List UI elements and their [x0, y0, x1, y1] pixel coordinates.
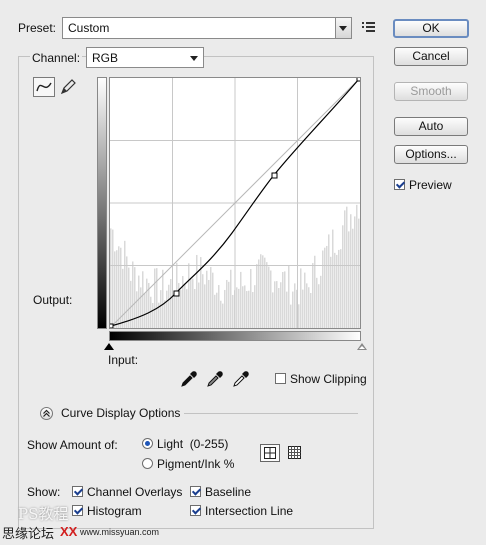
black-eyedropper[interactable] [180, 370, 198, 388]
grid-detailed-button[interactable] [286, 444, 304, 462]
preset-dropdown[interactable]: Custom [62, 17, 352, 39]
watermark-xx: XX [60, 524, 78, 539]
show-label: Show: [27, 485, 61, 499]
grid-tenth-icon [288, 446, 301, 459]
eyedropper-white-icon [233, 371, 249, 387]
channel-overlays-checkbox[interactable] [72, 486, 83, 497]
options-button[interactable]: Options... [394, 145, 468, 164]
preset-value: Custom [68, 21, 110, 35]
eyedropper-gray-icon [207, 371, 223, 387]
baseline-checkbox[interactable] [190, 486, 201, 497]
black-point-slider[interactable] [104, 343, 114, 350]
show-clipping-label: Show Clipping [290, 372, 367, 386]
channel-overlays-label: Channel Overlays [87, 485, 183, 499]
chevron-down-icon [190, 56, 198, 61]
light-radio[interactable] [142, 438, 153, 449]
auto-button[interactable]: Auto [394, 117, 468, 136]
white-point-slider-inner [359, 346, 365, 349]
curve-point-tool[interactable] [33, 77, 55, 97]
curve-point-3[interactable] [271, 172, 278, 179]
curve-point-1[interactable] [110, 323, 114, 328]
show-amount-label: Show Amount of: [27, 438, 118, 452]
pencil-tool[interactable] [59, 78, 77, 96]
curve-display-divider [184, 413, 358, 414]
watermark-text-2: 思缘论坛 [2, 526, 55, 541]
input-gradient-bar [109, 331, 361, 341]
watermark-url: www.missyuan.com [80, 527, 160, 537]
curves-graph[interactable] [109, 77, 361, 329]
pencil-icon [60, 79, 76, 95]
preview-checkbox[interactable] [394, 179, 405, 190]
curve-display-title: Curve Display Options [61, 406, 181, 420]
baseline-label: Baseline [205, 485, 252, 499]
output-gradient-bar [97, 77, 107, 329]
grid-simple-button[interactable] [260, 444, 280, 462]
chevron-down-icon [339, 26, 347, 31]
smooth-button[interactable]: Smooth [394, 82, 468, 101]
watermark-text-1: PS教程 [18, 505, 69, 523]
light-label: Light (0-255) [157, 437, 229, 451]
gray-eyedropper[interactable] [206, 370, 224, 388]
curve-point-4[interactable] [356, 78, 360, 82]
output-label: Output: [33, 293, 73, 307]
intersection-line-label: Intersection Line [205, 504, 294, 518]
channel-dropdown[interactable]: RGB [86, 47, 204, 68]
preset-label: Preset: [18, 21, 57, 35]
input-label: Input: [108, 353, 139, 367]
curve-icon [36, 82, 52, 92]
eyedropper-black-icon [181, 371, 197, 387]
white-eyedropper[interactable] [232, 370, 250, 388]
pigment-radio[interactable] [142, 458, 153, 469]
show-clipping-checkbox[interactable] [275, 373, 286, 384]
preview-label: Preview [409, 178, 452, 192]
chevron-up-double-icon [43, 409, 50, 417]
curve-display-toggle[interactable] [40, 407, 53, 420]
preset-dropdown-arrow[interactable] [335, 18, 351, 38]
cancel-button[interactable]: Cancel [394, 47, 468, 66]
intersection-line-checkbox[interactable] [190, 505, 201, 516]
channel-value: RGB [92, 51, 119, 65]
ok-button[interactable]: OK [393, 19, 469, 38]
histogram-label: Histogram [87, 504, 142, 518]
channel-label: Channel: [30, 51, 83, 65]
curve-point-2[interactable] [173, 290, 180, 297]
grid-quarter-icon [264, 447, 276, 459]
pigment-label: Pigment/Ink % [157, 457, 235, 471]
preset-options-icon[interactable] [362, 21, 376, 33]
histogram-checkbox[interactable] [72, 505, 83, 516]
